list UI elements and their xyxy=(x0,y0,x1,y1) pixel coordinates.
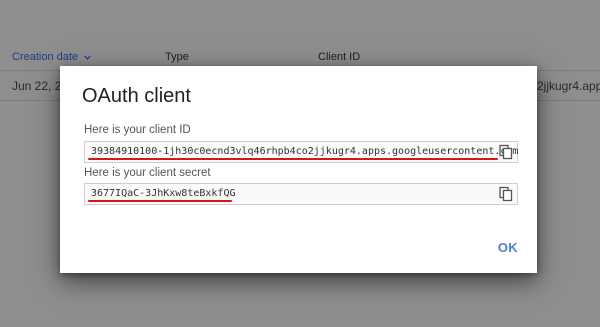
copy-client-secret-button[interactable] xyxy=(498,186,514,202)
column-header-client-id[interactable]: Client ID xyxy=(318,51,360,63)
column-header-creation-date-label: Creation date xyxy=(12,51,79,63)
client-id-label: Here is your client ID xyxy=(84,124,191,136)
dialog-title: OAuth client xyxy=(82,85,191,107)
chevron-down-icon xyxy=(84,55,91,60)
copy-icon xyxy=(499,186,513,202)
client-id-value[interactable]: 39384910100-1jh30c0ecnd3vlq46rhpb4co2jjk… xyxy=(91,146,518,157)
ok-button[interactable]: OK xyxy=(498,240,518,255)
copy-icon xyxy=(499,144,513,160)
client-secret-value[interactable]: 3677IQaC-3JhKxw8teBxkfQG xyxy=(91,188,236,199)
column-header-type[interactable]: Type xyxy=(165,51,189,63)
oauth-client-dialog: OAuth client Here is your client ID 3938… xyxy=(60,66,537,273)
column-header-creation-date[interactable]: Creation date xyxy=(12,51,92,63)
client-id-red-underline xyxy=(88,158,498,160)
row-client-id: 2jjkugr4.app xyxy=(537,79,600,93)
client-secret-red-underline xyxy=(88,200,232,202)
client-secret-label: Here is your client secret xyxy=(84,167,211,179)
copy-client-id-button[interactable] xyxy=(498,144,514,160)
